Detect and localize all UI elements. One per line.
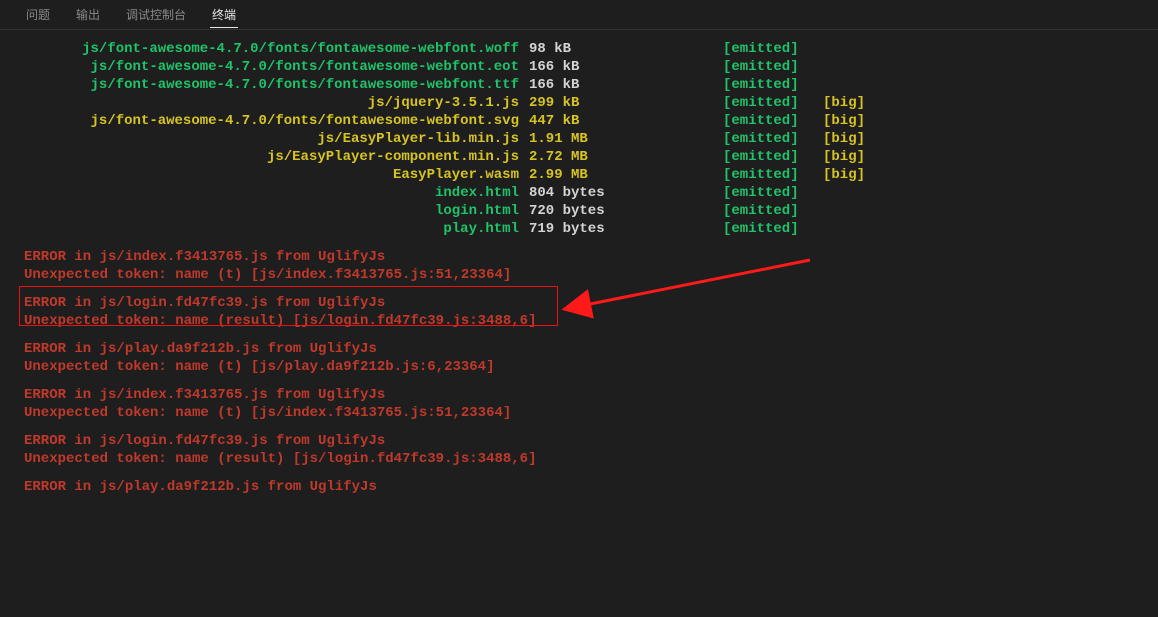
output-row: EasyPlayer.wasm2.99 MB [emitted][big] [24, 166, 1158, 184]
error-line: ERROR in js/index.f3413765.js from Uglif… [24, 386, 1158, 404]
terminal-output[interactable]: js/font-awesome-4.7.0/fonts/fontawesome-… [0, 30, 1158, 496]
emitted-tag: [emitted] [723, 184, 813, 202]
output-row: js/EasyPlayer-lib.min.js1.91 MB [emitted]… [24, 130, 1158, 148]
big-tag [813, 40, 877, 58]
error-line: Unexpected token: name (result) [js/logi… [24, 312, 1158, 330]
output-row: js/font-awesome-4.7.0/fonts/fontawesome-… [24, 58, 1158, 76]
asset-name: js/font-awesome-4.7.0/fonts/fontawesome-… [24, 112, 529, 130]
error-line: ERROR in js/play.da9f212b.js from Uglify… [24, 478, 1158, 496]
asset-name: EasyPlayer.wasm [24, 166, 529, 184]
spacer [629, 148, 723, 166]
output-row: index.html804 bytes [emitted] [24, 184, 1158, 202]
spacer [629, 112, 723, 130]
asset-name: js/font-awesome-4.7.0/fonts/fontawesome-… [24, 40, 529, 58]
tab-debug[interactable]: 调试控制台 [124, 2, 188, 27]
asset-name: index.html [24, 184, 529, 202]
error-block: ERROR in js/login.fd47fc39.js from Uglif… [24, 294, 1158, 330]
tab-problems[interactable]: 问题 [24, 2, 52, 27]
spacer [629, 220, 723, 238]
emitted-tag: [emitted] [723, 112, 813, 130]
error-line: Unexpected token: name (t) [js/index.f34… [24, 404, 1158, 422]
error-line: ERROR in js/login.fd47fc39.js from Uglif… [24, 294, 1158, 312]
spacer [629, 40, 723, 58]
emitted-tag: [emitted] [723, 202, 813, 220]
asset-size: 98 kB [529, 40, 629, 58]
error-block: ERROR in js/index.f3413765.js from Uglif… [24, 386, 1158, 422]
big-tag [813, 76, 877, 94]
big-tag [813, 58, 877, 76]
output-row: js/EasyPlayer-component.min.js2.72 MB [em… [24, 148, 1158, 166]
spacer [629, 202, 723, 220]
big-tag: [big] [813, 130, 877, 148]
asset-name: js/font-awesome-4.7.0/fonts/fontawesome-… [24, 76, 529, 94]
asset-size: 720 bytes [529, 202, 629, 220]
error-line: ERROR in js/index.f3413765.js from Uglif… [24, 248, 1158, 266]
panel-tabs: 问题 输出 调试控制台 终端 [0, 0, 1158, 30]
asset-name: js/EasyPlayer-component.min.js [24, 148, 529, 166]
asset-size: 166 kB [529, 58, 629, 76]
output-row: login.html720 bytes [emitted] [24, 202, 1158, 220]
error-block: ERROR in js/play.da9f212b.js from Uglify… [24, 340, 1158, 376]
error-block: ERROR in js/play.da9f212b.js from Uglify… [24, 478, 1158, 496]
emitted-tag: [emitted] [723, 76, 813, 94]
emitted-tag: [emitted] [723, 130, 813, 148]
big-tag [813, 202, 877, 220]
spacer [629, 184, 723, 202]
asset-size: 1.91 MB [529, 130, 629, 148]
asset-name: js/jquery-3.5.1.js [24, 94, 529, 112]
output-row: play.html719 bytes [emitted] [24, 220, 1158, 238]
error-line: Unexpected token: name (t) [js/play.da9f… [24, 358, 1158, 376]
asset-size: 804 bytes [529, 184, 629, 202]
emitted-tag: [emitted] [723, 220, 813, 238]
big-tag: [big] [813, 112, 877, 130]
asset-size: 2.72 MB [529, 148, 629, 166]
asset-size: 447 kB [529, 112, 629, 130]
big-tag [813, 184, 877, 202]
emitted-tag: [emitted] [723, 94, 813, 112]
big-tag: [big] [813, 148, 877, 166]
output-row: js/jquery-3.5.1.js299 kB [emitted][big] [24, 94, 1158, 112]
output-row: js/font-awesome-4.7.0/fonts/fontawesome-… [24, 112, 1158, 130]
big-tag: [big] [813, 94, 877, 112]
emitted-tag: [emitted] [723, 40, 813, 58]
spacer [629, 94, 723, 112]
error-block: ERROR in js/login.fd47fc39.js from Uglif… [24, 432, 1158, 468]
emitted-tag: [emitted] [723, 166, 813, 184]
asset-size: 2.99 MB [529, 166, 629, 184]
error-block: ERROR in js/index.f3413765.js from Uglif… [24, 248, 1158, 284]
asset-name: js/EasyPlayer-lib.min.js [24, 130, 529, 148]
asset-size: 299 kB [529, 94, 629, 112]
asset-name: login.html [24, 202, 529, 220]
spacer [629, 76, 723, 94]
asset-size: 166 kB [529, 76, 629, 94]
output-row: js/font-awesome-4.7.0/fonts/fontawesome-… [24, 40, 1158, 58]
error-line: Unexpected token: name (result) [js/logi… [24, 450, 1158, 468]
emitted-tag: [emitted] [723, 148, 813, 166]
asset-name: js/font-awesome-4.7.0/fonts/fontawesome-… [24, 58, 529, 76]
asset-name: play.html [24, 220, 529, 238]
error-line: Unexpected token: name (t) [js/index.f34… [24, 266, 1158, 284]
spacer [629, 58, 723, 76]
asset-size: 719 bytes [529, 220, 629, 238]
big-tag [813, 220, 877, 238]
output-row: js/font-awesome-4.7.0/fonts/fontawesome-… [24, 76, 1158, 94]
error-line: ERROR in js/login.fd47fc39.js from Uglif… [24, 432, 1158, 450]
spacer [629, 130, 723, 148]
emitted-tag: [emitted] [723, 58, 813, 76]
big-tag: [big] [813, 166, 877, 184]
tab-terminal[interactable]: 终端 [210, 2, 238, 28]
spacer [629, 166, 723, 184]
tab-output[interactable]: 输出 [74, 2, 102, 27]
error-line: ERROR in js/play.da9f212b.js from Uglify… [24, 340, 1158, 358]
